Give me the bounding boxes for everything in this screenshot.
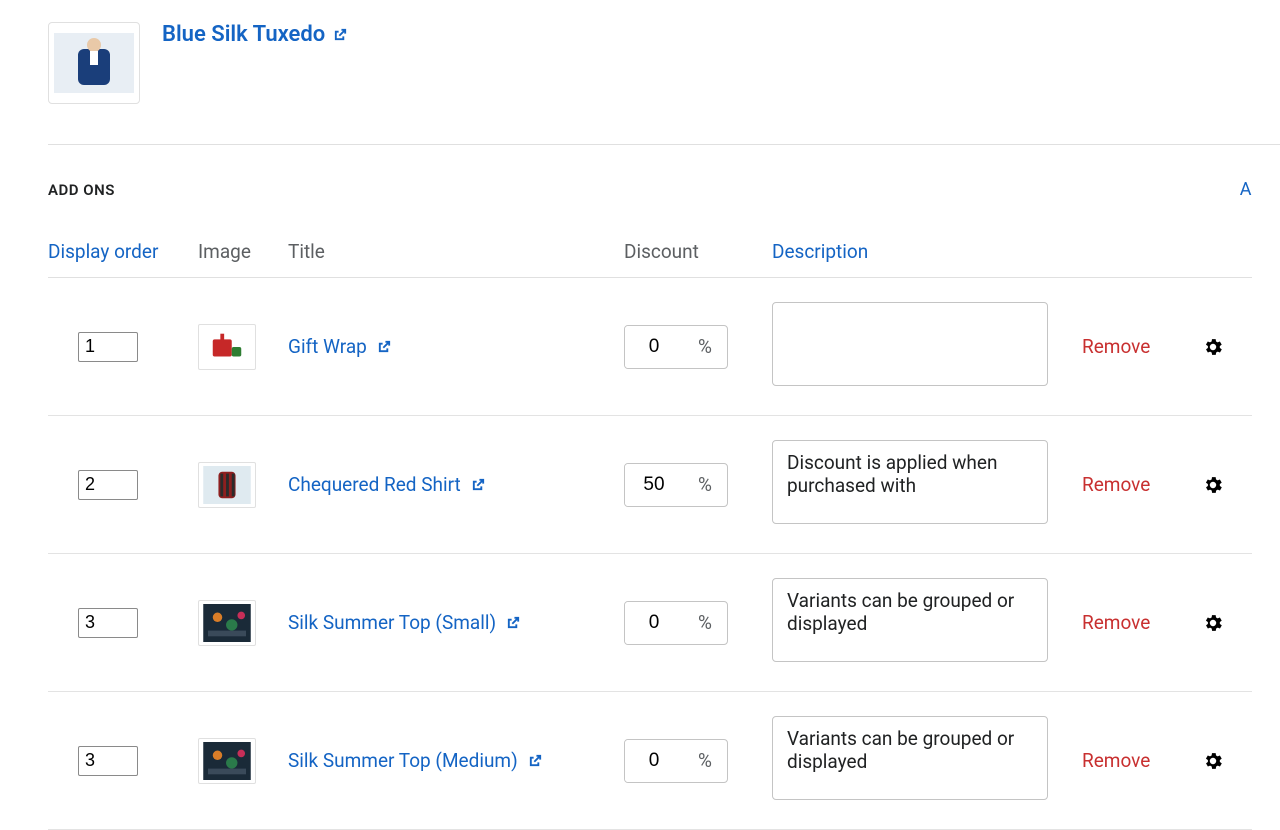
- percent-label: %: [683, 611, 727, 634]
- table-row: Silk Summer Top (Small) % Remove: [48, 554, 1252, 692]
- discount-field[interactable]: %: [624, 463, 728, 507]
- header-action[interactable]: A: [1240, 179, 1252, 200]
- addons-heading: ADD ONS: [48, 181, 115, 199]
- description-textarea[interactable]: [772, 302, 1048, 386]
- row-thumbnail: [198, 324, 256, 370]
- gear-icon[interactable]: [1202, 336, 1252, 358]
- header-display-order[interactable]: Display order: [48, 228, 198, 278]
- addon-title-link[interactable]: Gift Wrap: [288, 335, 392, 358]
- product-title-link[interactable]: Blue Silk Tuxedo: [162, 22, 348, 47]
- product-thumbnail: [48, 22, 140, 104]
- external-link-icon: [528, 753, 543, 768]
- discount-field[interactable]: %: [624, 739, 728, 783]
- table-row: Gift Wrap % Remove: [48, 278, 1252, 416]
- addon-title-link[interactable]: Silk Summer Top (Medium): [288, 749, 543, 772]
- external-link-icon: [377, 339, 392, 354]
- discount-input[interactable]: [625, 740, 683, 782]
- description-textarea[interactable]: [772, 578, 1048, 662]
- addon-title-text: Gift Wrap: [288, 335, 367, 358]
- discount-field[interactable]: %: [624, 325, 728, 369]
- remove-link[interactable]: Remove: [1082, 749, 1150, 772]
- addon-title-text: Silk Summer Top (Small): [288, 611, 496, 634]
- addon-title-text: Chequered Red Shirt: [288, 473, 461, 496]
- header-title: Title: [288, 228, 624, 278]
- discount-input[interactable]: [625, 602, 683, 644]
- remove-link[interactable]: Remove: [1082, 473, 1150, 496]
- percent-label: %: [683, 749, 727, 772]
- remove-link[interactable]: Remove: [1082, 611, 1150, 634]
- discount-input[interactable]: [625, 464, 683, 506]
- product-title-text: Blue Silk Tuxedo: [162, 22, 325, 47]
- section-heading: ADD ONS A: [48, 179, 1252, 200]
- external-link-icon: [333, 27, 348, 42]
- header-discount: Discount: [624, 228, 772, 278]
- display-order-input[interactable]: [78, 332, 138, 362]
- external-link-icon: [471, 477, 486, 492]
- gear-icon[interactable]: [1202, 612, 1252, 634]
- row-thumbnail: [198, 738, 256, 784]
- display-order-input[interactable]: [78, 746, 138, 776]
- percent-label: %: [683, 335, 727, 358]
- description-textarea[interactable]: [772, 440, 1048, 524]
- header-description[interactable]: Description: [772, 228, 1082, 278]
- discount-input[interactable]: [625, 326, 683, 368]
- addons-table: Display order Image Title Discount Descr…: [48, 228, 1252, 830]
- display-order-input[interactable]: [78, 608, 138, 638]
- row-thumbnail: [198, 462, 256, 508]
- addon-title-text: Silk Summer Top (Medium): [288, 749, 518, 772]
- table-row: Silk Summer Top (Medium) % Remove: [48, 692, 1252, 830]
- gear-icon[interactable]: [1202, 750, 1252, 772]
- description-textarea[interactable]: [772, 716, 1048, 800]
- table-row: Chequered Red Shirt % Remove: [48, 416, 1252, 554]
- display-order-input[interactable]: [78, 470, 138, 500]
- external-link-icon: [506, 615, 521, 630]
- discount-field[interactable]: %: [624, 601, 728, 645]
- remove-link[interactable]: Remove: [1082, 335, 1150, 358]
- addon-title-link[interactable]: Chequered Red Shirt: [288, 473, 486, 496]
- gear-icon[interactable]: [1202, 474, 1252, 496]
- percent-label: %: [683, 473, 727, 496]
- row-thumbnail: [198, 600, 256, 646]
- addon-title-link[interactable]: Silk Summer Top (Small): [288, 611, 521, 634]
- header-image: Image: [198, 228, 288, 278]
- product-header: Blue Silk Tuxedo: [48, 22, 1252, 104]
